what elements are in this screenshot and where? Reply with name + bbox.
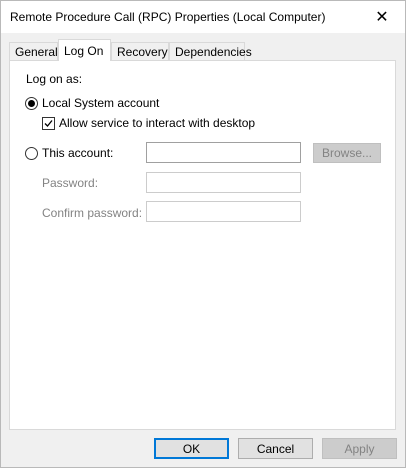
confirm-password-label: Confirm password: [42,206,143,220]
this-account-label[interactable]: This account: [42,146,113,160]
log-on-panel: Log on as: Local System account Allow se… [9,60,396,430]
password-field[interactable] [146,172,301,193]
password-label: Password: [42,176,99,190]
local-system-radio[interactable] [25,97,38,110]
tab-log-on[interactable]: Log On [58,39,111,61]
cancel-button[interactable]: Cancel [238,438,313,459]
apply-button[interactable]: Apply [322,438,397,459]
local-system-label[interactable]: Local System account [42,96,159,110]
this-account-radio[interactable] [25,147,38,160]
interact-desktop-label[interactable]: Allow service to interact with desktop [59,116,255,130]
tab-dependencies[interactable]: Dependencies [169,42,252,60]
checkmark-icon [44,120,53,127]
log-on-as-label: Log on as: [26,72,83,86]
ok-button[interactable]: OK [154,438,229,459]
tab-general[interactable]: General [9,42,58,60]
close-icon[interactable]: ✕ [359,1,405,33]
browse-button[interactable]: Browse... [313,143,381,163]
window-title: Remote Procedure Call (RPC) Properties (… [10,10,326,24]
interact-desktop-checkbox[interactable] [42,117,55,130]
confirm-password-field[interactable] [146,201,301,222]
tab-recovery[interactable]: Recovery [111,42,169,60]
title-bar[interactable]: Remote Procedure Call (RPC) Properties (… [1,1,405,33]
account-field[interactable] [146,142,301,163]
properties-dialog: Remote Procedure Call (RPC) Properties (… [0,0,406,468]
